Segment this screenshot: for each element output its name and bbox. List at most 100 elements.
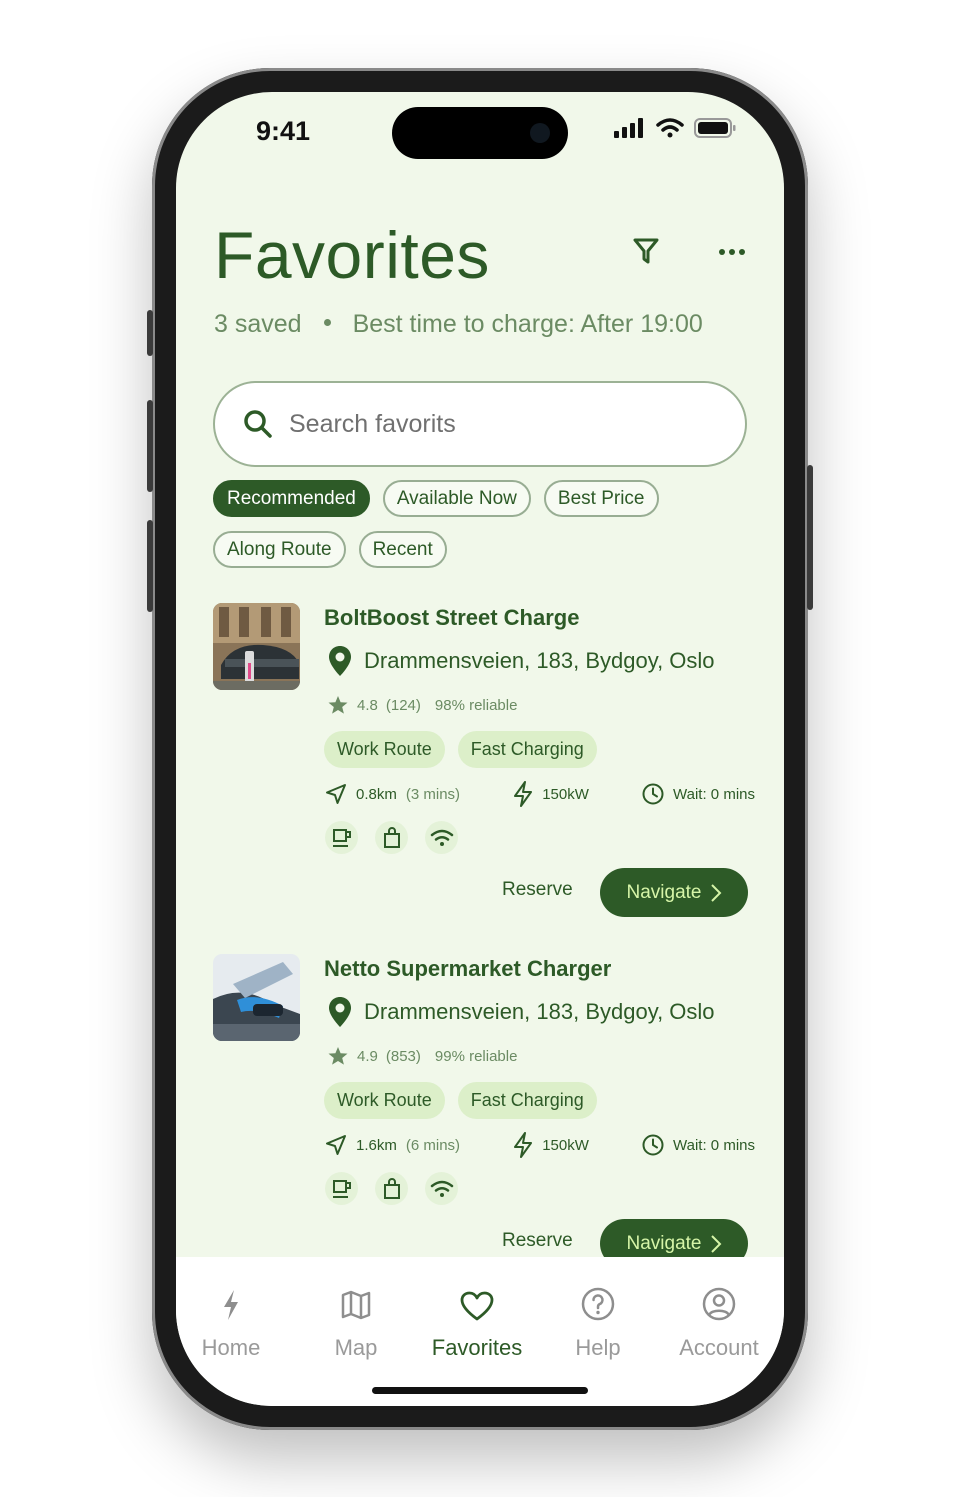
tab-account[interactable]: Account (659, 1257, 779, 1361)
tag-work-route: Work Route (324, 731, 445, 768)
station-photo (213, 954, 300, 1041)
phone-side-button (147, 520, 153, 612)
tab-label: Home (201, 1335, 261, 1360)
rating-value: 4.9 (357, 1047, 378, 1065)
travel-time: (3 mins) (405, 785, 461, 803)
tab-label: Favorites (431, 1335, 523, 1360)
filter-button[interactable] (626, 232, 666, 272)
power-stat: 150kW (513, 1132, 589, 1158)
wait-stat: Wait: 0 mins (642, 783, 755, 805)
coffee-icon (325, 1172, 358, 1205)
location-pin-icon (329, 997, 351, 1027)
chip-recent[interactable]: Recent (358, 531, 447, 568)
reliability-text: 98% reliable (434, 696, 518, 714)
amenities (325, 821, 458, 854)
shopping-bag-icon (375, 1172, 408, 1205)
station-name: BoltBoost Street Charge (324, 605, 580, 630)
review-count: (853) (385, 1047, 421, 1065)
chip-recommended[interactable]: Recommended (213, 480, 370, 517)
station-stats: 1.6km (6 mins) 150kW Wait: 0 mins (325, 1132, 755, 1158)
bolt-icon (514, 781, 533, 807)
map-icon (341, 1290, 371, 1320)
navigation-arrow-icon (326, 1135, 346, 1155)
distance-stat: 0.8km (3 mins) (325, 783, 460, 805)
tab-home[interactable]: Home (176, 1257, 291, 1361)
location-pin-icon (329, 646, 351, 676)
search-bar[interactable] (213, 381, 747, 467)
battery-icon (694, 118, 736, 138)
clock-icon (642, 1134, 664, 1156)
address-text: Drammensveien, 183, Bydgoy, Oslo (364, 648, 715, 673)
station-address: Drammensveien, 183, Bydgoy, Oslo (328, 645, 715, 677)
tag-fast-charging: Fast Charging (457, 1082, 597, 1119)
phone-side-button (807, 465, 813, 610)
help-icon (581, 1287, 615, 1321)
reserve-button[interactable]: Reserve (502, 879, 573, 901)
tab-favorites[interactable]: Favorites (417, 1257, 537, 1361)
more-options-button[interactable] (712, 232, 752, 272)
review-count: (124) (385, 696, 421, 714)
amenities (325, 1172, 458, 1205)
station-card[interactable]: BoltBoost Street Charge Drammensveien, 1… (213, 603, 755, 933)
home-indicator (372, 1387, 588, 1394)
tab-help[interactable]: Help (538, 1257, 658, 1361)
distance-stat: 1.6km (6 mins) (325, 1134, 460, 1156)
chevron-right-icon (710, 1234, 721, 1253)
power-value: 150kW (542, 1136, 589, 1154)
navigate-label: Navigate (626, 881, 702, 903)
phone-side-button (147, 310, 153, 356)
station-photo (213, 603, 300, 690)
filter-icon (633, 238, 659, 264)
bolt-icon (514, 1132, 533, 1158)
power-value: 150kW (542, 785, 589, 803)
navigate-button[interactable]: Navigate (600, 868, 748, 917)
navigate-label: Navigate (626, 1232, 702, 1254)
dynamic-island (392, 107, 568, 159)
more-icon (719, 249, 745, 255)
account-icon (702, 1287, 736, 1321)
station-rating: 4.8 (124) 98% reliable (327, 695, 517, 715)
wait-stat: Wait: 0 mins (642, 1134, 755, 1156)
bottom-tab-bar: Home Map Favorites Help Account (176, 1257, 784, 1406)
tab-map[interactable]: Map (296, 1257, 416, 1361)
reliability-text: 99% reliable (434, 1047, 518, 1065)
tab-label: Account (679, 1335, 759, 1360)
coffee-icon (325, 821, 358, 854)
search-icon (244, 410, 272, 438)
wait-value: Wait: 0 mins (673, 785, 755, 803)
chevron-right-icon (710, 883, 721, 902)
filter-chips: Recommended Available Now Best Price Alo… (213, 480, 753, 568)
navigation-arrow-icon (326, 784, 346, 804)
rating-value: 4.8 (357, 696, 378, 714)
station-card[interactable]: Netto Supermarket Charger Drammensveien,… (213, 954, 755, 1284)
distance-value: 0.8km (356, 785, 397, 803)
tag-fast-charging: Fast Charging (457, 731, 597, 768)
chip-available-now[interactable]: Available Now (382, 480, 531, 517)
star-icon (328, 696, 348, 714)
heart-icon (460, 1291, 494, 1321)
page-subtitle: 3 saved Best time to charge: After 19:00 (214, 310, 703, 339)
status-time: 9:41 (256, 116, 311, 146)
wifi-icon (425, 821, 458, 854)
distance-value: 1.6km (356, 1136, 397, 1154)
address-text: Drammensveien, 183, Bydgoy, Oslo (364, 999, 715, 1024)
wifi-icon (425, 1172, 458, 1205)
chip-best-price[interactable]: Best Price (543, 480, 659, 517)
station-tags: Work Route Fast Charging (324, 1082, 597, 1119)
wifi-status-icon (656, 118, 684, 138)
power-stat: 150kW (513, 781, 589, 807)
station-tags: Work Route Fast Charging (324, 731, 597, 768)
chip-along-route[interactable]: Along Route (213, 531, 346, 568)
star-icon (328, 1047, 348, 1065)
tab-label: Map (334, 1335, 378, 1360)
station-rating: 4.9 (853) 99% reliable (327, 1046, 517, 1066)
tag-work-route: Work Route (324, 1082, 445, 1119)
status-icons (614, 118, 736, 138)
best-time: Best time to charge: After 19:00 (352, 310, 703, 338)
saved-count: 3 saved (214, 310, 302, 338)
search-input[interactable] (289, 409, 689, 439)
reserve-button[interactable]: Reserve (502, 1230, 573, 1252)
shopping-bag-icon (375, 821, 408, 854)
app-screen: 9:41 Favorites 3 saved Best time to charg… (176, 92, 784, 1406)
bolt-icon (224, 1290, 238, 1320)
